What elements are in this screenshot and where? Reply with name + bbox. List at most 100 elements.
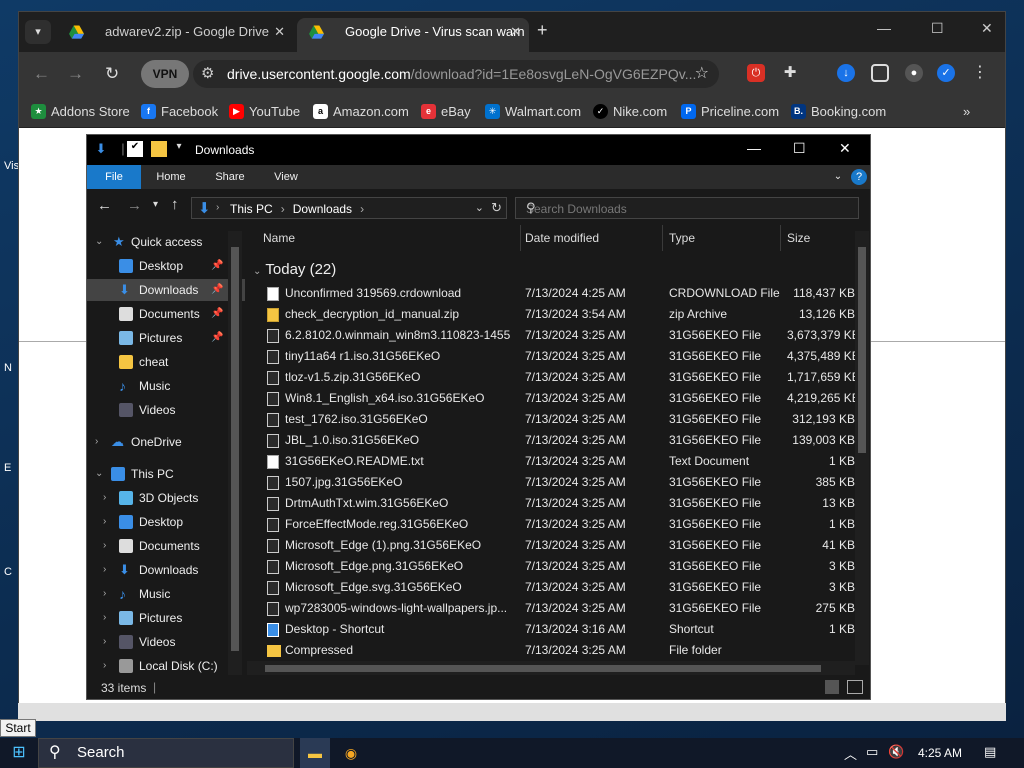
tab-file[interactable]: File xyxy=(87,165,141,189)
column-type[interactable]: Type xyxy=(663,225,781,251)
new-tab-button[interactable]: + xyxy=(537,20,548,41)
nav-cheat[interactable]: cheat xyxy=(87,351,245,373)
tab-search-button[interactable]: ▾ xyxy=(25,20,51,44)
taskbar-search[interactable]: ⚲ Search xyxy=(38,738,294,768)
breadcrumb-this-pc[interactable]: This PC xyxy=(230,202,273,216)
forward-icon[interactable]: → xyxy=(127,197,142,214)
nav-downloads[interactable]: ⬇ Downloads 📌 xyxy=(87,279,245,301)
pin-icon[interactable]: 📌 xyxy=(211,327,223,349)
nav-desktop[interactable]: Desktop 📌 xyxy=(87,255,245,277)
table-row[interactable]: test_1762.iso.31G56EKeO 7/13/2024 3:25 AM… xyxy=(247,409,855,430)
table-row[interactable]: Compressed 7/13/2024 3:25 AM File folder xyxy=(247,640,855,661)
table-row[interactable]: wp7283005-windows-light-wallpapers.jp...… xyxy=(247,598,855,619)
chevron-right-icon[interactable]: › xyxy=(95,431,98,453)
column-date-modified[interactable]: Date modified xyxy=(519,225,663,251)
scrollbar-thumb[interactable] xyxy=(265,665,821,672)
shield-icon[interactable]: ✓ xyxy=(937,64,955,82)
nav-downloads-pc[interactable]: › ⬇ Downloads xyxy=(87,559,245,581)
nav-scrollbar[interactable] xyxy=(228,231,242,675)
file-list-scrollbar[interactable] xyxy=(855,231,869,665)
nav-quick-access[interactable]: ⌄ ★ Quick access xyxy=(87,231,245,253)
table-row[interactable]: Unconfirmed 319569.crdownload 7/13/2024 4… xyxy=(247,283,855,304)
table-row[interactable]: Microsoft_Edge.svg.31G56EKeO 7/13/2024 3:… xyxy=(247,577,855,598)
search-input[interactable]: Search Downloads ⚲ xyxy=(515,197,859,219)
table-row[interactable]: 1507.jpg.31G56EKeO 7/13/2024 3:25 AM 31G56… xyxy=(247,472,855,493)
chrome-taskbar-icon[interactable]: ◉ xyxy=(336,738,366,768)
table-row[interactable]: Microsoft_Edge.png.31G56EKeO 7/13/2024 3:… xyxy=(247,556,855,577)
chevron-right-icon[interactable]: › xyxy=(103,583,106,605)
address-bar[interactable]: ⬇ › This PC › Downloads › ⌄ ↻ xyxy=(191,197,507,219)
desktop-icon-label[interactable]: N xyxy=(4,362,12,374)
file-explorer-taskbar-icon[interactable]: ▬ xyxy=(300,738,330,768)
chevron-right-icon[interactable]: › xyxy=(103,487,106,509)
menu-icon[interactable]: ⋮ xyxy=(971,64,989,82)
desktop-icon-label[interactable]: E xyxy=(4,462,11,474)
close-button[interactable]: ✕ xyxy=(981,20,993,37)
maximize-button[interactable]: ☐ xyxy=(931,20,944,37)
forward-icon[interactable]: → xyxy=(67,64,84,84)
table-row[interactable]: Microsoft_Edge (1).png.31G56EKeO 7/13/202… xyxy=(247,535,855,556)
details-view-icon[interactable] xyxy=(825,680,839,694)
column-name[interactable]: Name xyxy=(257,225,521,251)
table-row[interactable]: 6.2.8102.0.winmain_win8m3.110823-1455...… xyxy=(247,325,860,346)
reload-icon[interactable]: ↻ xyxy=(105,64,119,84)
profile-icon[interactable]: ● xyxy=(905,64,923,82)
nav-this-pc[interactable]: ⌄ This PC xyxy=(87,463,245,485)
back-icon[interactable]: ← xyxy=(33,64,50,84)
table-row[interactable]: Win8.1_English_x64.iso.31G56EKeO 7/13/202… xyxy=(247,388,860,409)
chevron-down-icon[interactable]: ⌄ xyxy=(831,165,845,189)
bookmark-facebook[interactable]: f Facebook xyxy=(141,104,218,119)
nav-pictures[interactable]: Pictures 📌 xyxy=(87,327,245,349)
up-icon[interactable]: ↑ xyxy=(171,196,179,213)
clock[interactable]: 4:25 AM xyxy=(918,746,962,760)
bookmark-amazon[interactable]: a Amazon.com xyxy=(313,104,409,119)
maximize-button[interactable]: ☐ xyxy=(793,140,806,157)
notifications-icon[interactable]: ▤ xyxy=(984,744,996,760)
nav-music[interactable]: ♪ Music xyxy=(87,375,245,397)
close-icon[interactable]: ✕ xyxy=(274,18,285,46)
table-row[interactable]: check_decryption_id_manual.zip 7/13/2024 … xyxy=(247,304,855,325)
breadcrumb-downloads[interactable]: Downloads xyxy=(293,202,352,216)
column-size[interactable]: Size xyxy=(781,225,855,251)
table-row[interactable]: 31G56EKeO.README.txt 7/13/2024 3:25 AM Tex… xyxy=(247,451,855,472)
pin-icon[interactable]: 📌 xyxy=(211,303,223,325)
nav-videos[interactable]: Videos xyxy=(87,399,245,421)
large-icons-view-icon[interactable] xyxy=(847,680,863,694)
tab-home[interactable]: Home xyxy=(149,165,193,189)
pin-icon[interactable]: 📌 xyxy=(211,255,223,277)
volume-muted-icon[interactable]: 🔇 xyxy=(888,744,904,760)
chevron-up-icon[interactable]: ︿ xyxy=(844,744,857,763)
address-bar[interactable]: ⚙ drive.usercontent.google.com/download?… xyxy=(193,60,719,88)
chevron-right-icon[interactable]: › xyxy=(103,511,106,533)
chevron-right-icon[interactable]: › xyxy=(103,559,106,581)
nav-music-pc[interactable]: › ♪ Music xyxy=(87,583,245,605)
nav-documents[interactable]: Documents 📌 xyxy=(87,303,245,325)
properties-icon[interactable]: ✔ xyxy=(127,141,143,157)
network-icon[interactable]: ▭ xyxy=(866,744,878,760)
back-icon[interactable]: ← xyxy=(97,197,112,214)
scrollbar-thumb[interactable] xyxy=(858,247,866,453)
nav-local-disk[interactable]: › Local Disk (C:) xyxy=(87,655,245,677)
table-row[interactable]: tloz-v1.5.zip.31G56EKeO 7/13/2024 3:25 AM… xyxy=(247,367,860,388)
recent-locations-icon[interactable]: ▾ xyxy=(153,199,158,210)
bookmark-youtube[interactable]: ▶ YouTube xyxy=(229,104,300,119)
bookmark-ebay[interactable]: e eBay xyxy=(421,104,471,119)
minimize-button[interactable]: — xyxy=(877,20,891,36)
bookmark-addons-store[interactable]: ★ Addons Store xyxy=(31,104,130,119)
side-panel-icon[interactable] xyxy=(871,64,889,82)
bookmark-priceline[interactable]: P Priceline.com xyxy=(681,104,779,119)
chevron-down-icon[interactable]: ⌄ xyxy=(95,463,103,485)
nav-videos-pc[interactable]: › Videos xyxy=(87,631,245,653)
table-row[interactable]: ForceEffectMode.reg.31G56EKeO 7/13/2024 3… xyxy=(247,514,855,535)
group-header[interactable]: ⌄ Today (22) xyxy=(253,261,336,278)
bookmarks-overflow-button[interactable]: » xyxy=(941,104,970,119)
refresh-icon[interactable]: ↻ xyxy=(491,200,502,216)
pin-icon[interactable]: 📌 xyxy=(211,279,223,301)
download-icon[interactable]: ↓ xyxy=(837,64,855,82)
tab-share[interactable]: Share xyxy=(207,165,253,189)
nav-pictures-pc[interactable]: › Pictures xyxy=(87,607,245,629)
site-settings-icon[interactable]: ⚙ xyxy=(201,64,214,82)
bookmark-nike[interactable]: ✓ Nike.com xyxy=(593,104,667,119)
table-row[interactable]: tiny11a64 r1.iso.31G56EKeO 7/13/2024 3:25… xyxy=(247,346,860,367)
bookmark-booking[interactable]: B. Booking.com xyxy=(791,104,886,119)
